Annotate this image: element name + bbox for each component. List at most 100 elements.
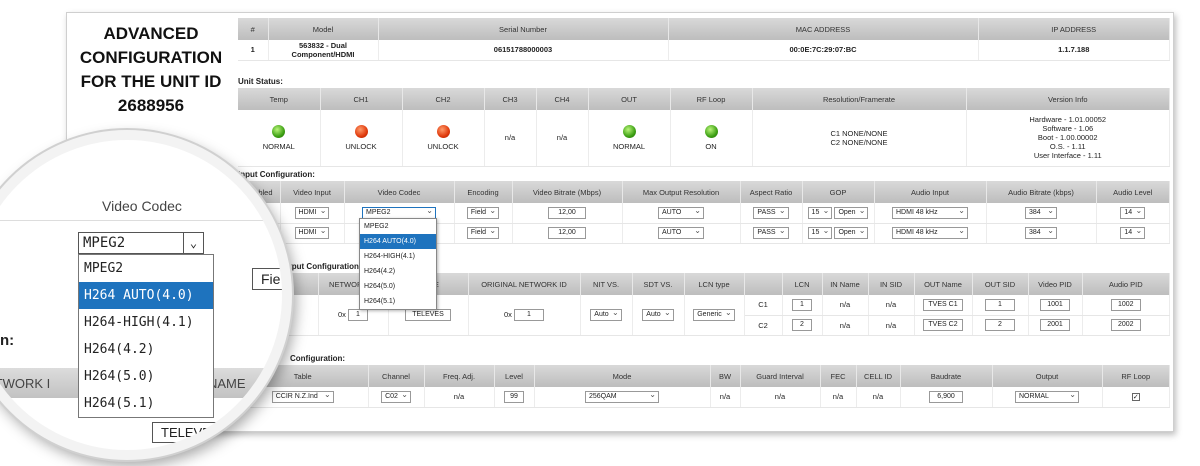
col-audio-level: Audio Level	[1096, 181, 1170, 203]
out-sid-input[interactable]: 1	[985, 298, 1015, 311]
audio-level-select[interactable]: 14	[1120, 226, 1146, 239]
channel-label: C2	[744, 315, 783, 336]
output-select[interactable]: NORMAL	[1015, 390, 1079, 403]
aspect-select[interactable]: PASS	[753, 226, 789, 239]
rf-config-label: Configuration:	[290, 354, 346, 363]
gop-mode-select[interactable]: Open	[834, 206, 869, 219]
col-version: Version Info	[966, 88, 1170, 110]
channel-select[interactable]: C02	[381, 390, 411, 403]
version-hardware: Hardware - 1.01.00052	[1029, 115, 1107, 125]
version-boot: Boot - 1.00.00002	[1037, 133, 1098, 143]
audio-level-select[interactable]: 14	[1120, 206, 1146, 219]
gop-mode-select[interactable]: Open	[834, 226, 869, 239]
mag-codec-option[interactable]: H264-HIGH(4.1)	[79, 309, 213, 336]
col-rfloop: RF Loop	[670, 88, 753, 110]
out-name-input[interactable]: TVES C2	[923, 319, 963, 331]
max-resolution-select[interactable]: AUTO	[658, 226, 704, 239]
encoding-select[interactable]: Field	[466, 226, 500, 239]
in-sid: n/a	[868, 295, 915, 316]
col-level: Level	[494, 365, 535, 387]
codec-option[interactable]: H264(5.0)	[360, 279, 436, 294]
rf-config-table: Table Channel Freq. Adj. Level Mode BW G…	[238, 365, 1170, 408]
unit-status-panel: Temp CH1 CH2 CH3 CH4 OUT RF Loop Resolut…	[238, 88, 1170, 167]
status-led-green-icon	[272, 124, 286, 138]
bitrate-input[interactable]: 12,00	[548, 206, 586, 219]
col-bitrate: Video Bitrate (Mbps)	[512, 181, 623, 203]
video-input-select[interactable]: HDMI	[294, 206, 330, 219]
out-sid-input[interactable]: 2	[985, 319, 1015, 331]
video-pid-input[interactable]: 1001	[1040, 298, 1070, 311]
encoding-select[interactable]: Field	[466, 206, 500, 219]
col-temp: Temp	[238, 88, 321, 110]
audio-pid-input[interactable]: 1002	[1110, 298, 1141, 311]
unit-status-table: Temp CH1 CH2 CH3 CH4 OUT RF Loop Resolut…	[238, 88, 1170, 167]
video-codec-select[interactable]: MPEG2	[362, 206, 436, 219]
network-id-prefix: 0x	[337, 309, 346, 319]
mag-codec-option[interactable]: H264(4.2)	[79, 336, 213, 363]
baudrate-input[interactable]: 6,900	[929, 390, 963, 403]
codec-option[interactable]: MPEG2	[360, 219, 436, 234]
ch2-status: UNLOCK	[427, 141, 459, 151]
col-bw: BW	[710, 365, 741, 387]
table-row: CCIR N.Z.Ind C02 n/a 99 256QAM n/a n/a n…	[238, 387, 1170, 408]
video-pid-input[interactable]: 2001	[1040, 319, 1070, 331]
unit-mac: 00:0E:7C:29:07:BC	[668, 40, 979, 61]
audio-input-select[interactable]: HDMI 48 kHz	[892, 226, 968, 239]
out-status: NORMAL	[612, 141, 646, 151]
mode-select[interactable]: 256QAM	[585, 390, 659, 403]
gop-select[interactable]: 15	[807, 206, 833, 219]
sdt-select[interactable]: Auto	[642, 308, 674, 321]
col-gop: GOP	[802, 181, 875, 203]
max-resolution-select[interactable]: AUTO	[658, 206, 704, 219]
audio-pid-input[interactable]: 2002	[1110, 319, 1141, 331]
mag-codec-list: MPEG2 H264 AUTO(4.0) H264-HIGH(4.1) H264…	[78, 254, 214, 418]
video-input-select[interactable]: HDMI	[294, 226, 330, 239]
rfloop-cell: ON	[670, 110, 753, 167]
rf-loop-checkbox[interactable]: ✓	[1131, 393, 1140, 402]
nit-select[interactable]: Auto	[590, 308, 622, 321]
audio-bitrate-select[interactable]: 384	[1025, 206, 1057, 219]
mag-encoding-select[interactable]: Fie	[252, 268, 282, 290]
col-sdt: SDT VS.	[632, 273, 685, 295]
col-video-pid: Video PID	[1028, 273, 1083, 295]
bitrate-input[interactable]: 12,00	[548, 227, 586, 239]
mag-codec-option[interactable]: H264(5.0)	[79, 363, 213, 390]
status-led-red-icon	[436, 124, 450, 138]
codec-option-selected[interactable]: H264 AUTO(4.0)	[360, 234, 436, 249]
unit-info-panel: # Model Serial Number MAC ADDRESS IP ADD…	[238, 18, 1170, 61]
gop-select[interactable]: 15	[807, 226, 833, 239]
audio-input-select[interactable]: HDMI 48 kHz	[892, 206, 968, 219]
audio-bitrate-select[interactable]: 384	[1025, 226, 1057, 239]
col-rf-loop: RF Loop	[1102, 365, 1170, 387]
magnifier-lens: Video Codec MPEG2 ⌄ MPEG2 H264 AUTO(4.0)…	[0, 130, 292, 460]
output-config-label: Output Configuration:	[278, 262, 362, 271]
col-index: #	[238, 18, 269, 40]
col-output: Output	[992, 365, 1103, 387]
codec-option[interactable]: H264-HIGH(4.1)	[360, 249, 436, 264]
network-name-input[interactable]: TELEVES	[405, 308, 451, 321]
mag-codec-select[interactable]: MPEG2 ⌄	[78, 232, 204, 254]
mag-divider	[0, 220, 282, 221]
ch3-status: n/a	[484, 110, 537, 167]
mag-codec-option-selected[interactable]: H264 AUTO(4.0)	[79, 282, 213, 309]
mag-section-label: n:	[0, 332, 15, 349]
status-led-green-icon	[622, 124, 636, 138]
original-network-id-input[interactable]: 1	[514, 308, 544, 321]
col-mode: Mode	[534, 365, 711, 387]
col-in-sid: IN SID	[868, 273, 915, 295]
level-input[interactable]: 99	[504, 390, 524, 403]
lcn-input[interactable]: 1	[792, 298, 812, 311]
lcn-input[interactable]: 2	[792, 319, 812, 331]
out-name-input[interactable]: TVES C1	[923, 298, 963, 311]
codec-option[interactable]: H264(5.1)	[360, 294, 436, 309]
aspect-select[interactable]: PASS	[753, 206, 789, 219]
lcn-type-select[interactable]: Generic	[693, 308, 735, 321]
codec-dropdown-list: MPEG2 H264 AUTO(4.0) H264-HIGH(4.1) H264…	[359, 218, 437, 310]
fec-value: n/a	[820, 387, 857, 408]
codec-option[interactable]: H264(4.2)	[360, 264, 436, 279]
mag-televes-input[interactable]: TELEVES	[152, 422, 229, 443]
mag-codec-option[interactable]: MPEG2	[79, 255, 213, 282]
ch2-cell: UNLOCK	[402, 110, 485, 167]
network-id-input[interactable]: 1	[348, 308, 368, 321]
mag-codec-option[interactable]: H264(5.1)	[79, 390, 213, 417]
